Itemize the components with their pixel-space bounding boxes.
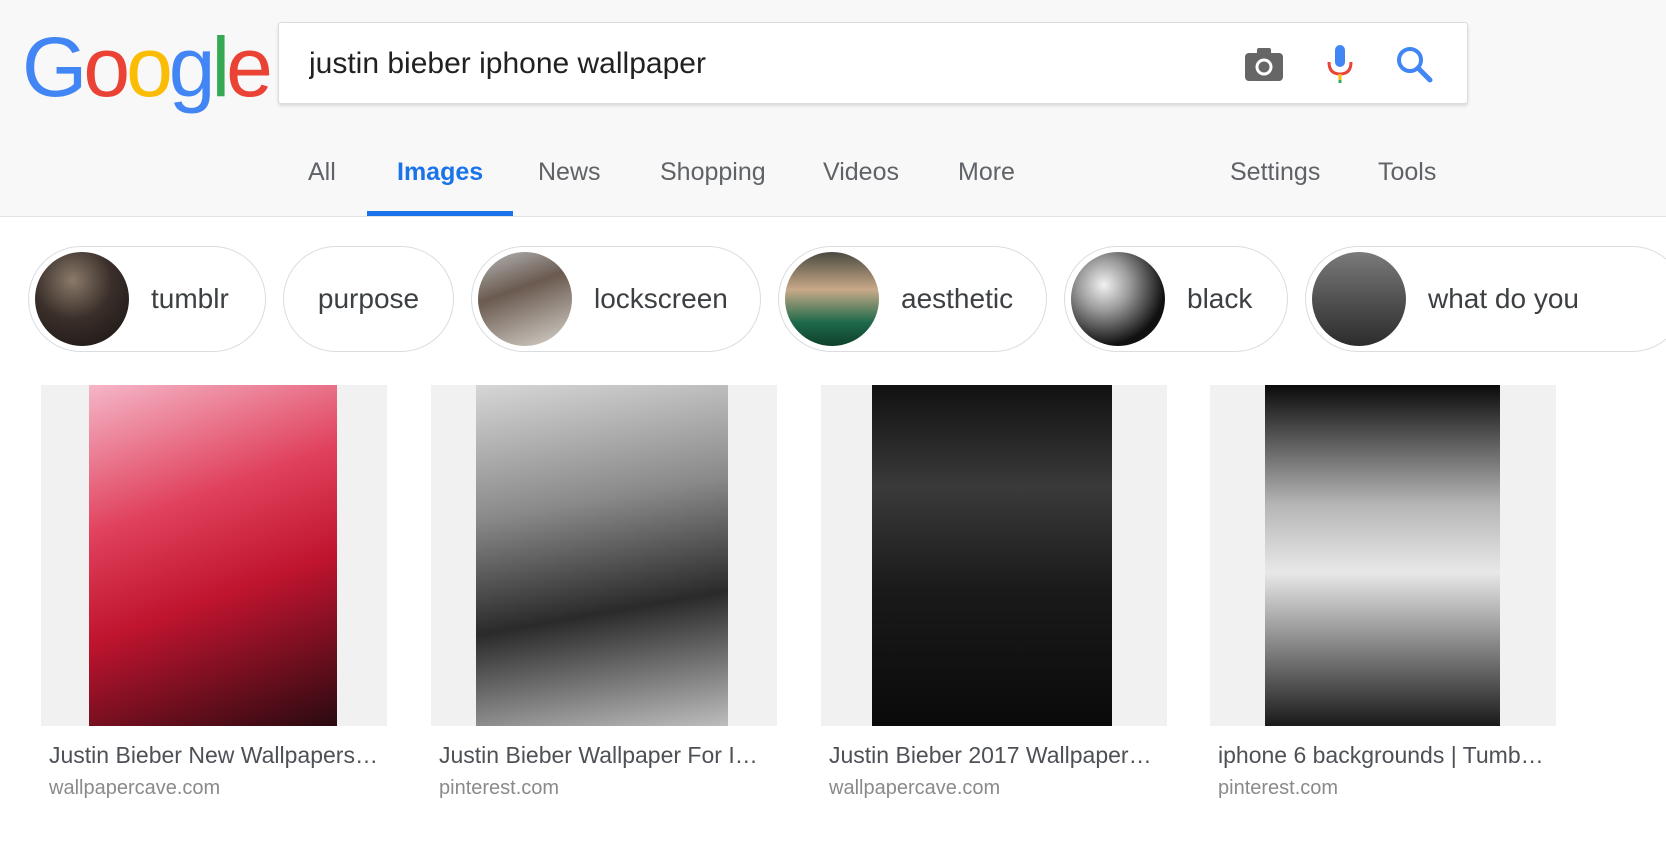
chip-thumbnail (1071, 252, 1165, 346)
result-photo (476, 385, 728, 726)
chip-label: black (1187, 283, 1253, 314)
result-photo (1265, 385, 1500, 726)
result-title[interactable]: Justin Bieber 2017 Wallpaper… (821, 742, 1159, 769)
tab-shopping[interactable]: Shopping (630, 150, 796, 214)
result-thumbnail-frame (821, 385, 1167, 726)
logo-letter: G (22, 20, 87, 114)
image-result[interactable]: iphone 6 backgrounds | Tumbl… pinterest.… (1210, 385, 1556, 800)
tab-more[interactable]: More (928, 150, 1045, 214)
camera-icon[interactable] (1241, 41, 1287, 87)
result-title[interactable]: iphone 6 backgrounds | Tumbl… (1210, 742, 1548, 769)
chip-thumbnail (478, 252, 572, 346)
result-title[interactable]: Justin Bieber Wallpaper For Ip… (431, 742, 769, 769)
logo-letter: e (226, 20, 273, 114)
tab-videos[interactable]: Videos (793, 150, 929, 214)
chip-aesthetic[interactable]: aesthetic (778, 246, 1047, 352)
tab-all[interactable]: All (278, 150, 366, 214)
result-site: pinterest.com (1218, 777, 1339, 799)
chip-label: purpose (317, 283, 420, 314)
chip-thumbnail (35, 252, 129, 346)
result-thumbnail-frame (41, 385, 387, 726)
tab-news[interactable]: News (508, 150, 631, 214)
logo-letter: o (126, 20, 173, 114)
chip-label: aesthetic (901, 283, 1014, 314)
image-result[interactable]: Justin Bieber 2017 Wallpaper… wallpaperc… (821, 385, 1167, 800)
google-logo[interactable]: Google (22, 20, 273, 114)
logo-letter: o (83, 20, 130, 114)
image-result[interactable]: Justin Bieber New Wallpapers… wallpaperc… (41, 385, 387, 800)
chip-thumbnail (1312, 252, 1406, 346)
chip-purpose[interactable]: purpose (283, 246, 454, 352)
chip-label: tumblr (151, 283, 229, 314)
tab-tools[interactable]: Tools (1348, 150, 1466, 214)
result-photo (872, 385, 1112, 726)
image-result[interactable]: Justin Bieber Wallpaper For Ip… pinteres… (431, 385, 777, 800)
result-site: wallpapercave.com (829, 777, 1001, 799)
chip-tumblr[interactable]: tumblr (28, 246, 266, 352)
search-box (278, 22, 1468, 104)
chip-black[interactable]: black (1064, 246, 1288, 352)
search-icon[interactable] (1391, 41, 1437, 87)
search-tabs: All Images News Shopping Videos More Set… (0, 150, 1666, 216)
chip-lockscreen[interactable]: lockscreen (471, 246, 761, 352)
chip-label: what do you (1428, 283, 1579, 314)
chip-thumbnail (785, 252, 879, 346)
result-photo (89, 385, 337, 726)
chip-label: lockscreen (594, 283, 728, 314)
search-input[interactable] (307, 41, 1211, 87)
logo-letter: g (168, 20, 216, 114)
image-results-grid: Justin Bieber New Wallpapers… wallpaperc… (0, 385, 1666, 868)
microphone-icon[interactable] (1317, 41, 1363, 87)
result-thumbnail-frame (1210, 385, 1556, 726)
result-site: pinterest.com (439, 777, 560, 799)
related-search-chips: tumblr purpose lockscreen aesthetic blac… (0, 246, 1666, 356)
tab-settings[interactable]: Settings (1200, 150, 1350, 214)
result-site: wallpapercave.com (49, 777, 221, 799)
logo-letter: l (211, 20, 231, 114)
tab-images[interactable]: Images (367, 150, 514, 216)
chip-what-do-you[interactable]: what do you (1305, 246, 1666, 352)
header: Google All Images News Shopping Videos M… (0, 0, 1666, 217)
result-thumbnail-frame (431, 385, 777, 726)
result-title[interactable]: Justin Bieber New Wallpapers… (41, 742, 379, 769)
